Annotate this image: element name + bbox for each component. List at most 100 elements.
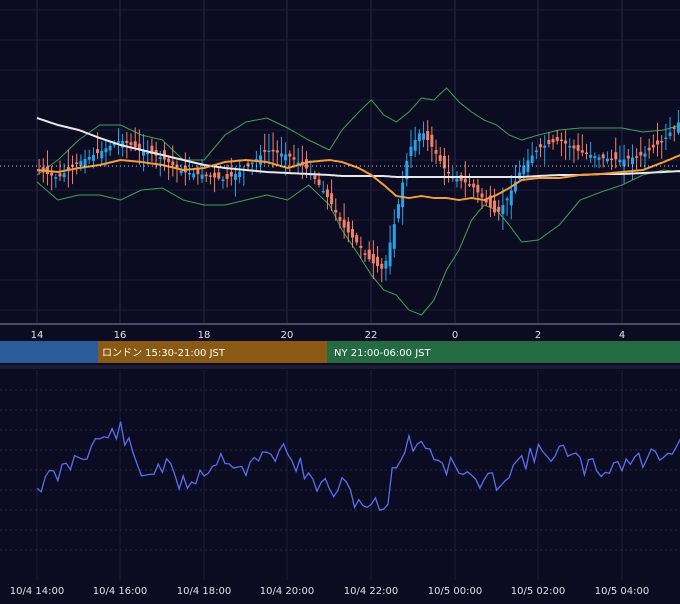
candle-body — [79, 161, 83, 167]
session-bar: ロンドン 15:30-21:00 JST NY 21:00-06:00 JST — [0, 341, 680, 363]
candle-body — [660, 140, 664, 143]
candle-body — [576, 144, 580, 151]
candle-body — [605, 158, 609, 162]
candle-body — [522, 165, 526, 175]
bottom-axis-tick-label: 10/5 02:00 — [511, 586, 565, 597]
candle-body — [656, 140, 660, 145]
candle-body — [551, 139, 555, 143]
top-axis-tick-label: 14 — [31, 330, 44, 341]
candle-body — [572, 145, 576, 149]
chart-root: 14 16 18 20 22 0 2 4 ロンドン 15:30-21:00 JST NY 21… — [0, 0, 680, 600]
candle-body — [422, 133, 426, 140]
candle-body — [401, 182, 405, 208]
candle-body — [589, 155, 593, 158]
candle-body — [426, 131, 430, 140]
candle-body — [509, 190, 513, 206]
candle-body — [493, 200, 497, 213]
candle-body — [158, 157, 162, 159]
top-axis-tick-label: 22 — [365, 330, 378, 341]
candle-body — [171, 161, 175, 165]
candle-body — [221, 179, 225, 181]
candle-body — [100, 150, 104, 159]
candle-body — [267, 150, 271, 152]
candle-body — [188, 172, 192, 175]
candle-body — [108, 146, 112, 151]
candle-body — [463, 178, 467, 183]
candle-body — [355, 235, 359, 243]
candle-body — [279, 153, 283, 157]
candle-body — [626, 155, 630, 159]
candle-body — [125, 140, 129, 143]
candle-body — [639, 151, 643, 156]
candle-body — [238, 171, 242, 178]
bottom-axis-tick-label: 10/5 04:00 — [595, 586, 649, 597]
candle-body — [618, 159, 622, 163]
top-axis-tick-label: 18 — [198, 330, 211, 341]
candle-body — [497, 206, 501, 212]
candle-body — [380, 263, 384, 269]
candle-body — [593, 156, 597, 159]
bottom-axis-tick-label: 10/4 22:00 — [344, 586, 398, 597]
candle-body — [476, 184, 480, 193]
candle-body — [610, 158, 614, 161]
bottom-axis-tick-label: 10/4 16:00 — [93, 586, 147, 597]
candle-body — [313, 175, 317, 179]
candle-body — [116, 141, 120, 143]
candle-body — [539, 144, 543, 148]
candle-body — [501, 205, 505, 215]
candle-body — [447, 171, 451, 174]
candle-body — [635, 156, 639, 158]
candle-body — [409, 146, 413, 157]
candle-body — [275, 150, 279, 153]
candle-body — [96, 149, 100, 153]
candle-body — [342, 219, 346, 228]
candle-body — [367, 249, 371, 260]
main-axis-divider — [0, 323, 680, 325]
candle-body — [676, 122, 680, 133]
candle-body — [651, 144, 655, 148]
candle-body — [284, 154, 288, 161]
candle-body — [434, 150, 438, 154]
candle-body — [472, 183, 476, 188]
top-axis-tick-label: 16 — [114, 330, 127, 341]
top-axis-tick-label: 2 — [535, 330, 541, 341]
candle-body — [330, 193, 334, 205]
candle-body — [200, 174, 204, 179]
top-axis-tick-label: 20 — [281, 330, 294, 341]
candle-body — [555, 136, 559, 141]
bottom-axis-tick-label: 10/4 20:00 — [260, 586, 314, 597]
candle-body — [388, 242, 392, 267]
candle-body — [543, 145, 547, 148]
candle-body — [396, 204, 400, 219]
oscillator-divider — [0, 365, 680, 369]
candle-body — [54, 177, 58, 179]
candle-body — [350, 229, 354, 238]
candle-body — [580, 150, 584, 153]
candle-body — [233, 174, 237, 180]
candle-body — [208, 175, 212, 177]
candle-body — [133, 141, 137, 147]
candle-body — [321, 191, 325, 193]
candle-body — [455, 178, 459, 182]
candle-body — [664, 137, 668, 139]
candle-body — [622, 159, 626, 167]
candle-body — [384, 260, 388, 269]
candle-body — [346, 221, 350, 233]
candle-body — [413, 140, 417, 151]
candle-body — [204, 174, 208, 177]
bottom-axis-tick-label: 10/5 00:00 — [428, 586, 482, 597]
candle-body — [179, 170, 183, 174]
top-axis-tick-label: 4 — [619, 330, 625, 341]
candle-body — [630, 157, 634, 165]
candle-body — [292, 157, 296, 160]
candle-body — [62, 173, 66, 178]
candle-body — [213, 172, 217, 178]
candle-body — [534, 150, 538, 152]
candle-body — [584, 152, 588, 155]
candle-body — [568, 146, 572, 148]
price-chart-svg: 14 16 18 20 22 0 2 4 ロンドン 15:30-21:00 JST NY 21… — [0, 0, 680, 600]
candle-body — [317, 179, 321, 185]
candle-body — [192, 173, 196, 178]
candle-body — [547, 139, 551, 144]
candle-body — [334, 209, 338, 213]
